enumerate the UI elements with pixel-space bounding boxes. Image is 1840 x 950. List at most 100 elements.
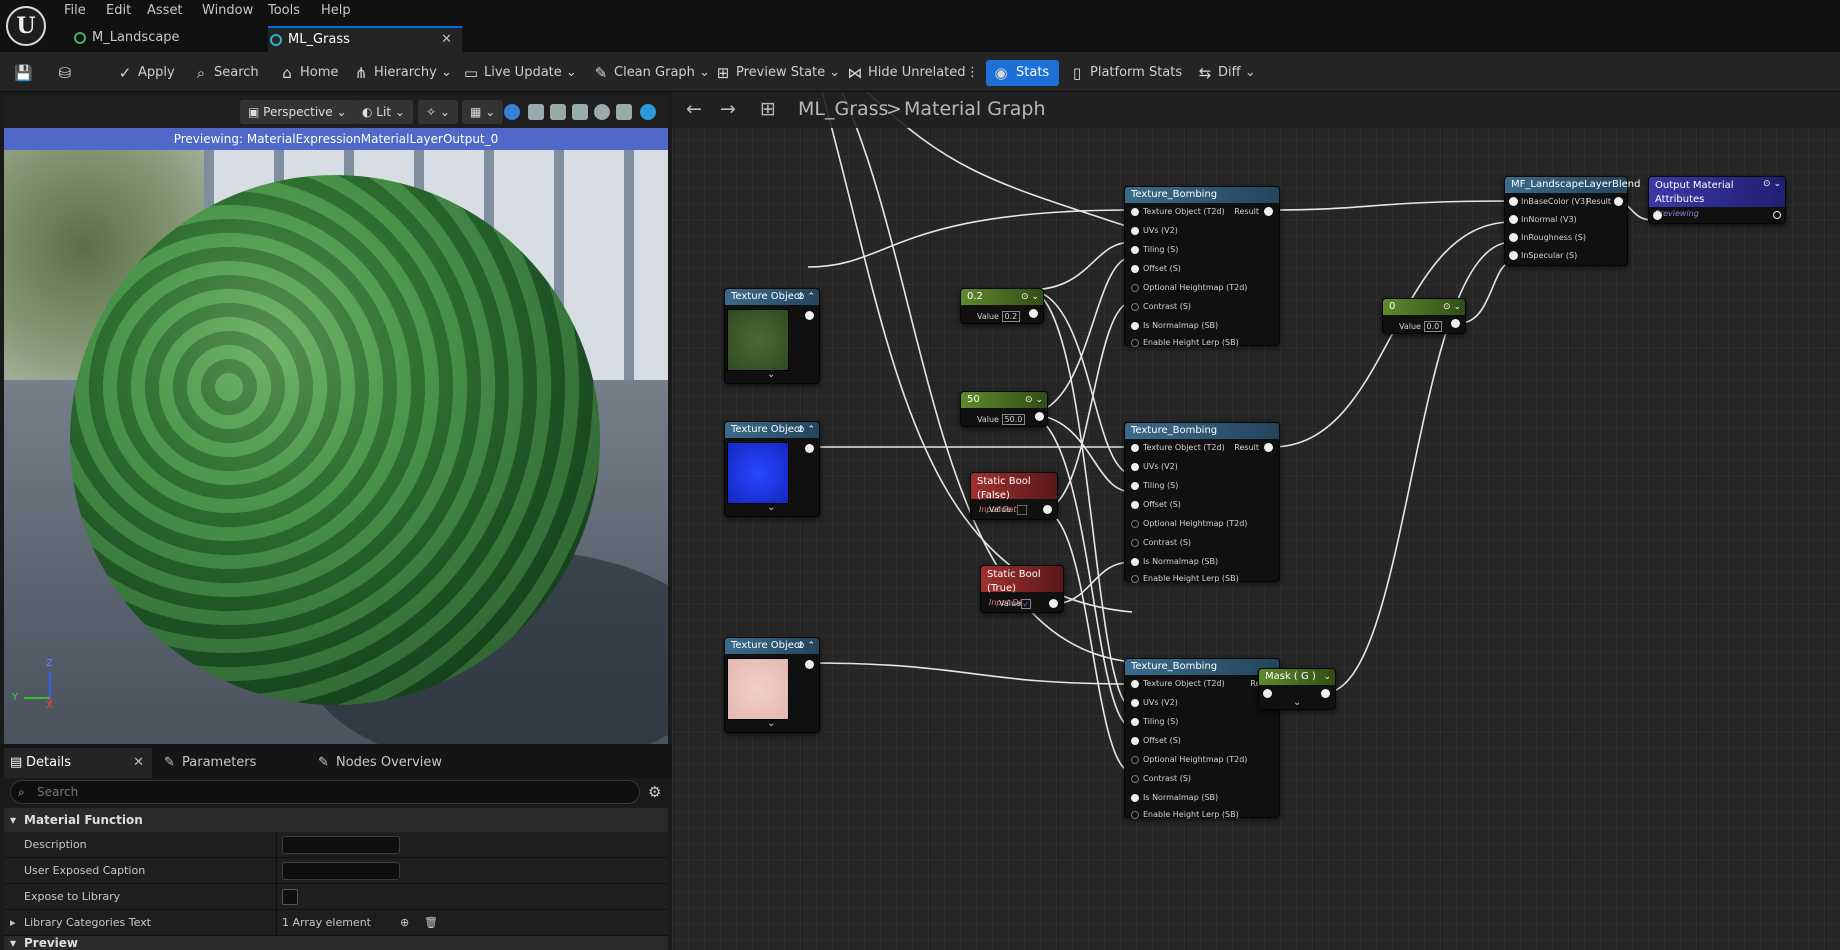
back-arrow-icon[interactable]: ← [686, 98, 702, 120]
input-pin[interactable] [1131, 811, 1139, 819]
section-material-function[interactable]: ▾ Material Function [4, 808, 668, 832]
show-flags-dropdown[interactable]: ✧ ⌄ [418, 100, 458, 124]
output-pin[interactable] [805, 444, 814, 453]
input-pin[interactable] [1509, 233, 1518, 242]
constant-node-0[interactable]: 0 ⊙ ⌄ Value 0.0 [1382, 298, 1466, 334]
lit-dropdown[interactable]: ◐ Lit ⌄ [354, 100, 413, 124]
sphere-preview-icon[interactable] [504, 104, 520, 120]
menu-asset[interactable]: Asset [147, 3, 183, 18]
input-pin[interactable] [1509, 197, 1518, 206]
menu-file[interactable]: File [64, 3, 86, 18]
output-pin[interactable] [1773, 211, 1781, 219]
input-pin[interactable] [1131, 680, 1139, 688]
browse-button[interactable]: ⛁ [56, 60, 74, 86]
diff-button[interactable]: ⇆ Diff ⌄ [1196, 60, 1256, 86]
output-pin[interactable] [1029, 309, 1038, 318]
view-options-dropdown[interactable]: ▦ ⌄ [462, 100, 504, 124]
live-update-button[interactable]: ▭ Live Update ⌄ [462, 60, 577, 86]
input-pin[interactable] [1131, 539, 1139, 547]
landscape-layer-blend-node[interactable]: MF_LandscapeLayerBlend Result InBaseColo… [1504, 176, 1640, 266]
breadcrumb-root[interactable]: ML_Grass [798, 98, 888, 120]
input-pin[interactable] [1131, 227, 1139, 235]
chevron-right-icon[interactable]: ▸ [10, 910, 16, 936]
material-preview-scene[interactable]: Z Y X [4, 150, 668, 744]
static-bool-true-node[interactable]: Static Bool (True) Input Data Value ✓ [980, 565, 1064, 613]
input-pin[interactable] [1131, 284, 1139, 292]
hide-unrelated-button[interactable]: ⋈ Hide Unrelated [846, 60, 966, 86]
description-field[interactable] [282, 836, 400, 854]
value-field[interactable]: 0.0 [1423, 321, 1443, 332]
input-pin[interactable] [1131, 303, 1139, 311]
input-pin[interactable] [1653, 211, 1662, 220]
constant-node-50[interactable]: 50 ⊙ ⌄ Value 50.0 [960, 391, 1048, 427]
tab-ml-grass[interactable]: ML_Grass ✕ [268, 26, 462, 52]
menu-help[interactable]: Help [321, 3, 351, 18]
chevron-down-icon[interactable]: ⌄ [767, 718, 775, 729]
preview-state-button[interactable]: ⊞ Preview State ⌄ [714, 60, 840, 86]
home-button[interactable]: ⌂ Home [278, 60, 338, 86]
output-pin[interactable] [1049, 599, 1058, 608]
input-pin[interactable] [1131, 265, 1139, 273]
chevron-down-icon[interactable]: ⌄ [1293, 697, 1301, 708]
menu-window[interactable]: Window [202, 3, 253, 18]
value-field[interactable]: 50.0 [1001, 414, 1026, 425]
result-output-pin[interactable] [1614, 197, 1623, 206]
texture-object-node-normal[interactable]: Texture Object ⊘ ⌃ ⌄ [724, 421, 820, 517]
delete-icon[interactable]: 🗑 [424, 910, 438, 936]
output-pin[interactable] [805, 311, 814, 320]
tab-details[interactable]: ▤ Details ✕ [4, 748, 152, 778]
result-output-pin[interactable] [1264, 443, 1273, 452]
hierarchy-button[interactable]: ⋔ Hierarchy ⌄ [352, 60, 452, 86]
chevron-down-icon[interactable]: ⊙ ⌄ [1443, 299, 1461, 315]
output-material-attributes-node[interactable]: Output Material Attributes ⊙ ⌄ Previewing [1648, 176, 1786, 224]
input-pin[interactable] [1131, 501, 1139, 509]
cylinder-preview-icon[interactable] [528, 104, 544, 120]
output-pin[interactable] [805, 660, 814, 669]
chevron-down-icon[interactable]: ⊙ ⌄ [1021, 289, 1039, 305]
output-pin[interactable] [1035, 412, 1044, 421]
chevron-up-icon[interactable]: ⊘ ⌃ [797, 638, 815, 654]
input-pin[interactable] [1131, 737, 1139, 745]
input-pin[interactable] [1131, 444, 1139, 452]
input-pin[interactable] [1131, 339, 1139, 347]
input-pin[interactable] [1509, 215, 1518, 224]
box-preview-icon[interactable] [616, 104, 632, 120]
details-search-input[interactable]: ⌕ Search [10, 780, 640, 804]
breadcrumb-leaf[interactable]: Material Graph [904, 98, 1046, 120]
unreal-logo-icon[interactable]: U [6, 6, 46, 46]
output-pin[interactable] [1043, 505, 1052, 514]
realtime-icon[interactable] [640, 104, 656, 120]
chevron-down-icon[interactable]: ⊙ ⌄ [1025, 392, 1043, 408]
output-pin[interactable] [1451, 319, 1460, 328]
section-preview[interactable]: ▾ Preview [4, 936, 668, 950]
mesh-preview-icon[interactable] [594, 104, 610, 120]
tab-m-landscape[interactable]: M_Landscape [72, 26, 262, 52]
forward-arrow-icon[interactable]: → [720, 98, 736, 120]
bool-checkbox[interactable] [1017, 505, 1027, 515]
more-options-button[interactable]: ⋮ [960, 60, 979, 86]
input-pin[interactable] [1131, 718, 1139, 726]
user-exposed-caption-field[interactable] [282, 862, 400, 880]
input-pin[interactable] [1509, 251, 1518, 260]
tab-parameters[interactable]: ✎ Parameters [160, 748, 310, 778]
input-pin[interactable] [1131, 520, 1139, 528]
texture-object-node-grass[interactable]: Texture Object ⊘ ⌃ ⌄ [724, 288, 820, 384]
result-output-pin[interactable] [1264, 207, 1273, 216]
stats-button[interactable]: ◉ Stats [986, 60, 1060, 86]
expose-to-library-checkbox[interactable] [282, 889, 298, 905]
texture-bombing-node-2[interactable]: Texture_Bombing Result Texture Object (T… [1124, 422, 1280, 583]
input-pin[interactable] [1131, 756, 1139, 764]
texture-bombing-node-3[interactable]: Texture_Bombing Result Texture Object (T… [1124, 658, 1280, 819]
input-pin[interactable] [1131, 208, 1139, 216]
chevron-down-icon[interactable]: ⌄ [767, 502, 775, 513]
tab-nodes-overview[interactable]: ✎ Nodes Overview [314, 748, 484, 778]
platform-stats-button[interactable]: ▯ Platform Stats [1068, 60, 1182, 86]
static-bool-false-node[interactable]: Static Bool (False) Input Data Value [970, 472, 1058, 520]
menu-edit[interactable]: Edit [106, 3, 131, 18]
input-pin[interactable] [1131, 699, 1139, 707]
settings-gear-icon[interactable]: ⚙ [648, 780, 666, 804]
input-pin[interactable] [1131, 463, 1139, 471]
texture-bombing-node-1[interactable]: Texture_Bombing Result Texture Object (T… [1124, 186, 1280, 347]
perspective-dropdown[interactable]: ▣ Perspective ⌄ [240, 100, 355, 124]
output-pin[interactable] [1321, 689, 1330, 698]
